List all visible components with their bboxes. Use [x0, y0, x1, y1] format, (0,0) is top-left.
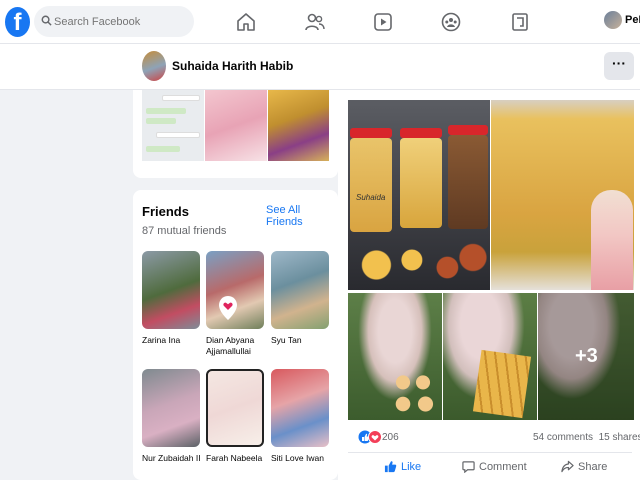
jar-lid: [350, 128, 392, 138]
more-options-button[interactable]: ···: [604, 52, 634, 80]
friend-photo[interactable]: [271, 251, 329, 329]
post-photo-cookies-2[interactable]: [443, 293, 537, 420]
share-icon: [561, 460, 574, 473]
chat-bubble: [146, 108, 186, 114]
comment-icon: [462, 461, 475, 473]
post-photo-seller[interactable]: [491, 100, 634, 290]
chat-bubble: [146, 118, 176, 124]
friend-name[interactable]: Dian Abyana Ajjamallullai: [206, 335, 268, 357]
share-button[interactable]: Share: [561, 460, 607, 473]
comments-count[interactable]: 54 comments: [533, 432, 593, 443]
user-name[interactable]: PeD: [625, 14, 640, 26]
seller-figure: [591, 190, 633, 290]
jar-lid: [448, 125, 488, 135]
friend-photo[interactable]: [206, 369, 264, 447]
shares-count[interactable]: 15 shares: [599, 432, 640, 443]
comment-label: Comment: [479, 460, 527, 473]
profile-avatar[interactable]: [142, 51, 166, 81]
search-icon: [41, 15, 52, 26]
groups-icon[interactable]: [440, 11, 462, 33]
user-avatar[interactable]: [604, 11, 622, 29]
chat-bubble: [156, 132, 200, 138]
friend-name[interactable]: Zarina Ina: [142, 335, 204, 346]
share-label: Share: [578, 460, 608, 473]
friend-name[interactable]: Siti Love Iwan: [271, 453, 333, 464]
friend-photo[interactable]: [142, 369, 200, 447]
cookie-group: [388, 368, 438, 416]
divider: [348, 452, 632, 453]
location-pin-icon: [219, 296, 237, 320]
photo-baby[interactable]: [205, 90, 267, 161]
comments-shares-count[interactable]: 54 comments 15 shares: [533, 432, 640, 443]
thumbs-up-icon: [384, 461, 397, 473]
search-box[interactable]: [34, 6, 194, 37]
facebook-logo[interactable]: f: [5, 7, 30, 37]
search-input[interactable]: [54, 6, 189, 37]
top-navigation-bar: f PeD: [0, 0, 640, 44]
profile-name[interactable]: Suhaida Harith Habib: [172, 59, 293, 73]
reaction-count[interactable]: 206: [382, 432, 399, 443]
profile-header-bar: Suhaida Harith Habib ···: [0, 44, 640, 90]
watch-icon[interactable]: [372, 11, 394, 33]
jar-label: Suhaida: [356, 193, 386, 202]
photo-girl[interactable]: [268, 90, 329, 161]
friends-title: Friends: [142, 204, 189, 219]
like-button[interactable]: Like: [384, 460, 421, 473]
friend-name[interactable]: Farah Nabeela: [206, 453, 268, 464]
gaming-icon[interactable]: [509, 11, 531, 33]
friend-photo[interactable]: [142, 251, 200, 329]
friend-name[interactable]: Syu Tan: [271, 335, 333, 346]
mutual-friends-count: 87 mutual friends: [142, 225, 227, 237]
home-icon[interactable]: [235, 11, 257, 33]
photos-card: [133, 90, 338, 178]
more-photos-count[interactable]: +3: [575, 345, 598, 368]
cookies-on-plate: [348, 240, 490, 290]
see-all-friends-link[interactable]: See All Friends: [266, 204, 338, 228]
wafer-sticks: [472, 349, 532, 419]
post-photo-cookie-jars[interactable]: Suhaida: [348, 100, 490, 290]
friends-card: Friends See All Friends 87 mutual friend…: [133, 190, 338, 480]
cookie-jar: [350, 138, 392, 232]
like-label: Like: [401, 460, 422, 473]
jar-lid: [400, 128, 442, 138]
comment-button[interactable]: Comment: [462, 460, 527, 473]
friends-icon[interactable]: [304, 11, 326, 33]
cookie-jar: [448, 135, 488, 229]
friend-photo[interactable]: [206, 251, 264, 329]
friend-photo[interactable]: [271, 369, 329, 447]
cookie-jar: [400, 138, 442, 228]
chat-bubble: [162, 95, 200, 101]
photo-chat-screenshot[interactable]: [142, 90, 204, 161]
post-photo-cookies-1[interactable]: [348, 293, 442, 420]
friend-name[interactable]: Nur Zubaidah II: [142, 453, 204, 464]
reaction-icons[interactable]: [358, 430, 382, 444]
chat-bubble: [146, 146, 180, 152]
